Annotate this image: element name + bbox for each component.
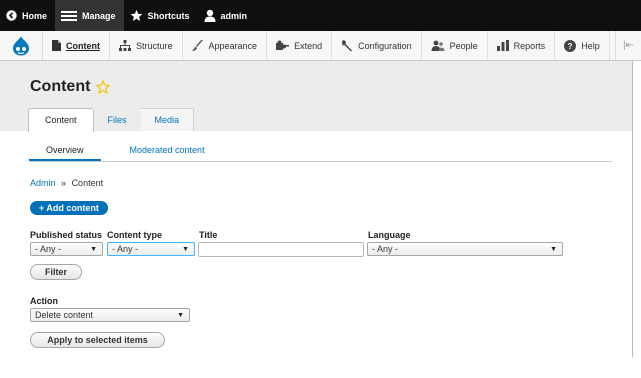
toolbar-manage[interactable]: Manage [55,0,124,31]
bar-chart-icon [496,40,509,51]
action-select[interactable]: Delete content ▼ [30,308,190,322]
tray-item-label: Help [581,40,600,51]
admin-toolbar: Home Manage Shortcuts admin [0,0,641,31]
published-status-select[interactable]: - Any - ▼ [30,242,103,256]
title-label: Title [199,230,218,240]
tab-files[interactable]: Files [94,108,141,131]
svg-text:?: ? [568,42,573,51]
tray-item-label: Appearance [208,40,258,51]
page-title: Content [30,78,111,96]
dropdown-arrow-icon: ▼ [90,246,97,253]
toolbar-shortcuts-label: Shortcuts [147,10,190,21]
people-icon [431,40,445,51]
title-input[interactable] [198,242,364,257]
toolbar-manage-label: Manage [82,10,116,21]
tab-media[interactable]: Media [140,108,195,131]
tab-content[interactable]: Content [28,108,94,132]
back-arrow-icon [6,10,17,21]
tray-item-content[interactable]: Content [43,31,110,60]
collapse-tray-icon[interactable]: |⇤ [615,31,641,60]
tray-item-reports[interactable]: Reports [488,31,556,60]
tray-item-structure[interactable]: Structure [110,31,183,60]
toolbar-user-label: admin [220,10,248,21]
tray-item-help[interactable]: ? Help [555,31,610,60]
language-label: Language [368,230,411,240]
filter-button[interactable]: Filter [30,264,82,280]
tray-item-label: Extend [294,40,323,51]
admin-tray: Content Structure Appearance Extend Conf… [0,31,641,61]
drupal-drop-icon [13,36,29,55]
drupal-logo[interactable] [0,31,43,60]
document-icon [52,40,61,51]
subtab-overview[interactable]: Overview [29,143,101,161]
action-label: Action [30,296,58,306]
content-type-label: Content type [107,230,162,240]
action-value: Delete content [35,310,94,320]
subtab-moderated-content[interactable]: Moderated content [128,143,207,161]
breadcrumb: Admin » Content [30,178,103,188]
brush-icon [191,40,204,51]
star-icon [130,9,143,22]
tray-item-people[interactable]: People [422,31,488,60]
dropdown-arrow-icon: ▼ [550,246,557,253]
wrench-icon [341,39,353,52]
language-value: - Any - [372,244,399,254]
menu-icon [61,10,78,22]
page-divider [632,61,633,357]
puzzle-icon [276,40,290,51]
breadcrumb-separator: » [61,178,67,188]
shortcut-star-icon[interactable] [96,80,111,94]
apply-to-selected-button[interactable]: Apply to selected items [30,332,165,348]
sitemap-icon [119,40,131,51]
content-type-value: - Any - [112,244,139,254]
tray-item-label: Content [66,40,100,51]
user-icon [204,9,216,22]
primary-tabs: Content Files Media [28,108,195,132]
breadcrumb-current: Content [71,178,104,188]
tray-item-appearance[interactable]: Appearance [183,31,268,60]
content-type-select[interactable]: - Any - ▼ [107,242,195,256]
add-content-button[interactable]: + Add content [30,201,108,215]
dropdown-arrow-icon: ▼ [182,246,189,253]
toolbar-shortcuts[interactable]: Shortcuts [124,0,198,31]
tray-item-label: Structure [136,40,173,51]
tray-item-label: Reports [513,40,546,51]
language-select[interactable]: - Any - ▼ [367,242,563,256]
published-status-label: Published status [30,230,103,240]
tray-item-label: Configuration [358,40,412,51]
breadcrumb-admin-link[interactable]: Admin [30,178,56,188]
secondary-tabs: Overview Moderated content [29,143,612,162]
toolbar-user[interactable]: admin [198,0,256,31]
help-icon: ? [564,39,577,52]
tray-item-configuration[interactable]: Configuration [332,31,422,60]
page-title-text: Content [30,78,91,95]
tray-item-label: People [449,40,478,51]
dropdown-arrow-icon: ▼ [177,312,184,319]
toolbar-home-label: Home [22,10,48,21]
toolbar-home[interactable]: Home [0,0,55,31]
published-status-value: - Any - [35,244,62,254]
tray-item-extend[interactable]: Extend [267,31,333,60]
